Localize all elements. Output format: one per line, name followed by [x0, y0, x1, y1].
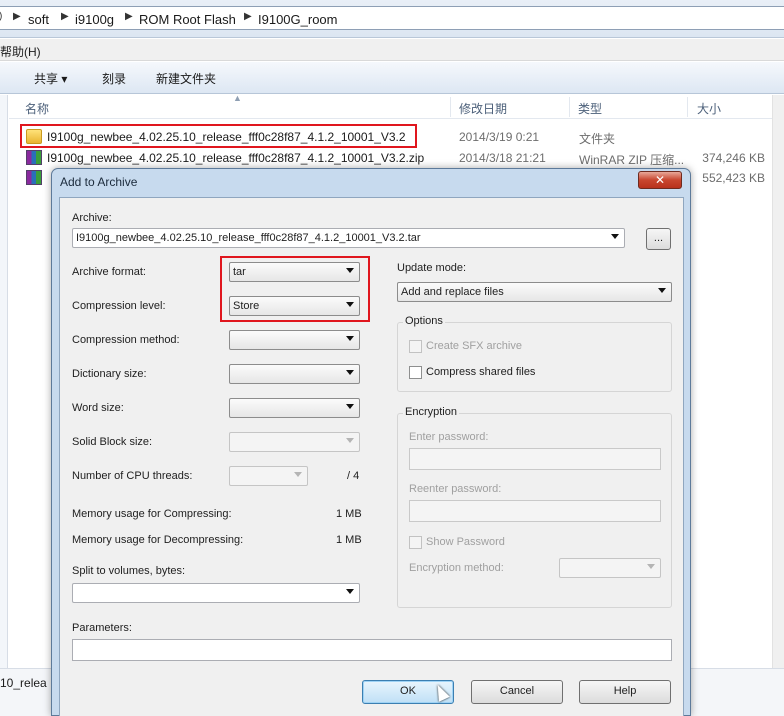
compress-shared-checkbox[interactable] — [409, 366, 422, 379]
parameters-label: Parameters: — [72, 622, 132, 634]
browse-button[interactable]: ... — [646, 228, 671, 250]
cancel-button[interactable]: Cancel — [471, 680, 563, 704]
dialog-body: Archive: I9100g_newbee_4.02.25.10_releas… — [59, 197, 684, 716]
breadcrumb-i9100g[interactable]: i9100g — [75, 12, 114, 27]
memory-compress-label: Memory usage for Compressing: — [72, 508, 232, 520]
chevron-down-icon — [346, 438, 354, 443]
reenter-password-label: Reenter password: — [409, 483, 502, 495]
breadcrumb-separator-icon: ) — [0, 11, 2, 22]
dictionary-size-label: Dictionary size: — [72, 368, 147, 380]
compress-shared-label[interactable]: Compress shared files — [426, 366, 535, 378]
show-password-checkbox — [409, 536, 422, 549]
highlight-annotation — [220, 256, 370, 322]
chevron-down-icon[interactable] — [346, 336, 354, 341]
create-sfx-checkbox — [409, 340, 422, 353]
column-name[interactable]: 名称 — [25, 100, 49, 117]
column-type[interactable]: 类型 — [578, 100, 602, 117]
winrar-archive-icon — [26, 150, 42, 165]
highlight-annotation — [20, 124, 417, 148]
enter-password-label: Enter password: — [409, 431, 489, 443]
dialog-title: Add to Archive — [60, 175, 138, 189]
chevron-right-icon: ▶ — [13, 11, 21, 22]
chevron-right-icon[interactable]: ▶ — [125, 11, 133, 22]
solid-block-size-select — [229, 432, 360, 452]
winrar-archive-icon — [26, 170, 42, 185]
menu-help[interactable]: 帮助(H) — [0, 43, 41, 60]
cpu-threads-select — [229, 466, 308, 486]
solid-block-size-label: Solid Block size: — [72, 436, 153, 448]
file-size: 374,246 KB — [702, 151, 765, 165]
create-sfx-label: Create SFX archive — [426, 340, 522, 352]
archive-label: Archive: — [72, 212, 112, 224]
chevron-down-icon[interactable] — [658, 288, 666, 293]
vertical-scrollbar[interactable] — [772, 95, 784, 685]
breadcrumb-soft[interactable]: soft — [28, 12, 49, 27]
chevron-down-icon[interactable] — [346, 370, 354, 375]
reenter-password-input — [409, 500, 661, 522]
new-folder-button[interactable]: 新建文件夹 — [156, 70, 216, 87]
encryption-method-select — [559, 558, 661, 578]
sort-ascending-icon: ▲ — [233, 93, 242, 103]
explorer-toolbar: 共享 ▾ 刻录 新建文件夹 — [0, 62, 784, 94]
parameters-input[interactable] — [72, 639, 672, 661]
file-date: 2014/3/18 21:21 — [459, 151, 546, 165]
chevron-right-icon[interactable]: ▶ — [61, 11, 69, 22]
help-button[interactable]: Help — [579, 680, 671, 704]
archive-format-label: Archive format: — [72, 266, 146, 278]
breadcrumb-i9100g-room[interactable]: I9100G_room — [258, 12, 338, 27]
update-mode-label: Update mode: — [397, 262, 467, 274]
chevron-down-icon[interactable] — [611, 234, 619, 239]
enter-password-input — [409, 448, 661, 470]
file-name: I9100g_newbee_4.02.25.10_release_fff0c28… — [47, 151, 425, 165]
column-divider[interactable] — [687, 97, 688, 117]
options-title: Options — [403, 315, 445, 327]
column-divider[interactable] — [569, 97, 570, 117]
memory-compress-value: 1 MB — [336, 508, 362, 520]
menu-bar: 帮助(H) — [0, 39, 784, 61]
show-password-label: Show Password — [426, 536, 505, 548]
file-date: 2014/3/19 0:21 — [459, 130, 540, 144]
compression-method-select[interactable] — [229, 330, 360, 350]
column-header: ▲ 名称 修改日期 类型 大小 — [9, 93, 772, 119]
update-mode-select[interactable]: Add and replace files — [397, 282, 672, 302]
word-size-label: Word size: — [72, 402, 124, 414]
memory-decompress-label: Memory usage for Decompressing: — [72, 534, 244, 546]
file-type: WinRAR ZIP 压缩... — [579, 153, 685, 167]
chevron-right-icon[interactable]: ▶ — [244, 11, 252, 22]
split-volumes-combo[interactable] — [72, 583, 360, 603]
encryption-title: Encryption — [403, 406, 459, 418]
chevron-down-icon[interactable] — [346, 589, 354, 594]
archive-name-value: I9100g_newbee_4.02.25.10_release_fff0c28… — [76, 232, 421, 244]
share-button[interactable]: 共享 ▾ — [34, 70, 67, 87]
add-to-archive-dialog: Add to Archive ✕ Archive: I9100g_newbee_… — [51, 168, 691, 716]
column-divider[interactable] — [450, 97, 451, 117]
encryption-method-label: Encryption method: — [409, 562, 504, 574]
breadcrumb-rom-root-flash[interactable]: ROM Root Flash — [139, 12, 236, 27]
update-mode-value: Add and replace files — [401, 286, 504, 298]
dictionary-size-select[interactable] — [229, 364, 360, 384]
column-size[interactable]: 大小 — [697, 100, 721, 117]
file-size: 552,423 KB — [702, 171, 765, 185]
options-group — [397, 322, 672, 392]
archive-name-combo[interactable]: I9100g_newbee_4.02.25.10_release_fff0c28… — [72, 228, 625, 248]
memory-decompress-value: 1 MB — [336, 534, 362, 546]
chevron-down-icon — [294, 472, 302, 477]
word-size-select[interactable] — [229, 398, 360, 418]
cpu-threads-label: Number of CPU threads: — [72, 470, 193, 482]
column-modified[interactable]: 修改日期 — [459, 100, 507, 117]
close-button[interactable]: ✕ — [638, 171, 682, 189]
compression-level-label: Compression level: — [72, 300, 166, 312]
navigation-pane[interactable] — [0, 95, 8, 716]
split-volumes-label: Split to volumes, bytes: — [72, 565, 186, 577]
file-type: 文件夹 — [579, 132, 616, 146]
cpu-threads-total: / 4 — [347, 470, 360, 482]
chevron-down-icon — [647, 564, 655, 569]
burn-button[interactable]: 刻录 — [102, 70, 126, 87]
chevron-down-icon[interactable] — [346, 404, 354, 409]
status-text: 10_relea — [0, 676, 47, 690]
address-bar: ) ▶ soft ▶ i9100g ▶ ROM Root Flash ▶ I91… — [0, 0, 784, 38]
compression-method-label: Compression method: — [72, 334, 180, 346]
address-box[interactable]: ) ▶ soft ▶ i9100g ▶ ROM Root Flash ▶ I91… — [0, 6, 784, 30]
file-row[interactable]: I9100g_newbee_4.02.25.10_release_fff0c28… — [20, 148, 770, 168]
